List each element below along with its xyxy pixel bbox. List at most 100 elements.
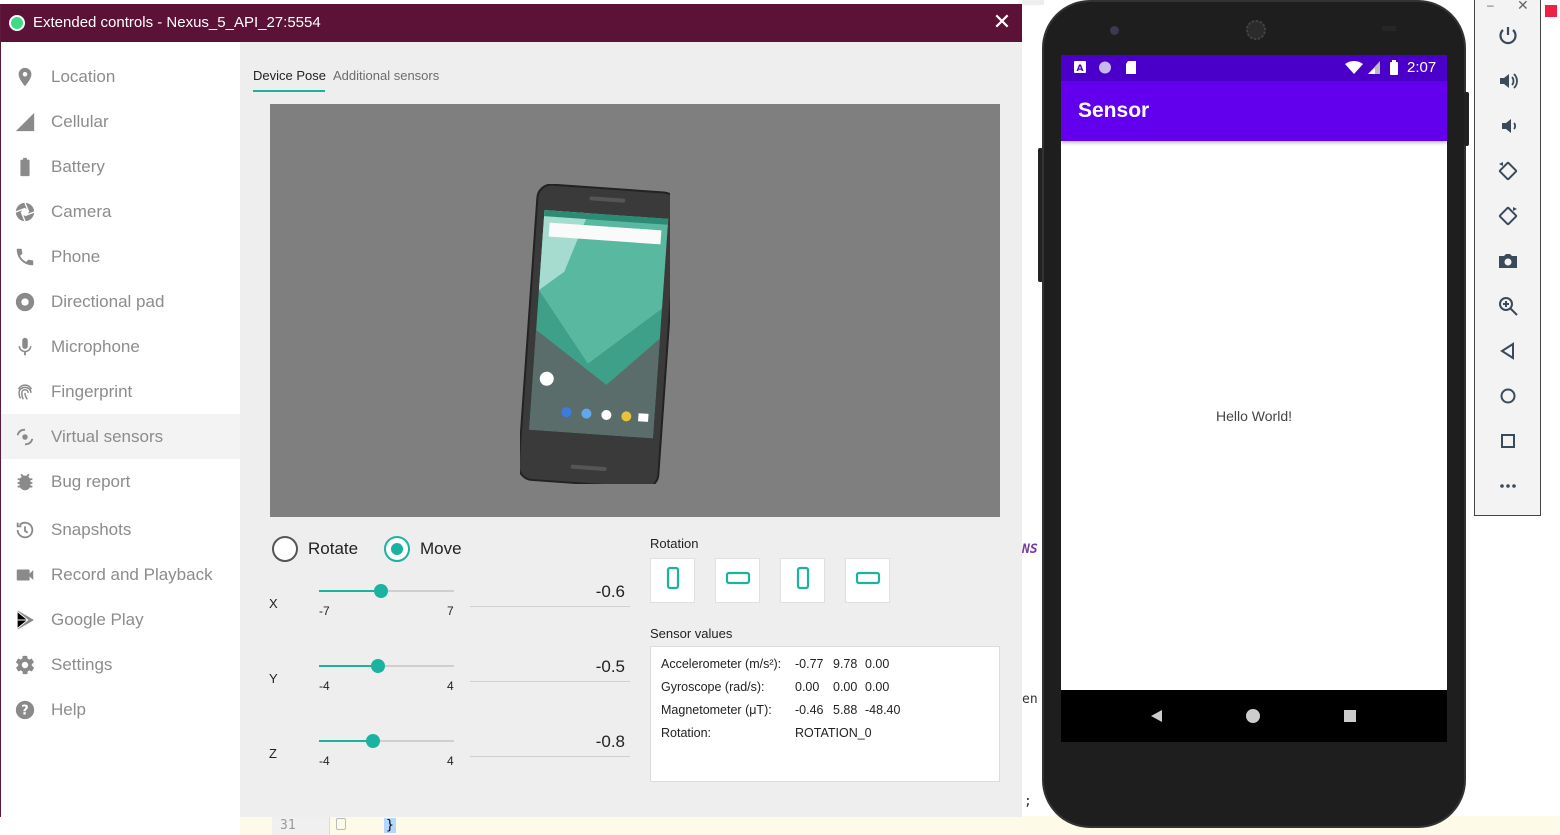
axis-label: Z	[269, 746, 277, 761]
axis-y-control: Y -4 4 -0.5	[240, 627, 640, 693]
toolbar-close-button[interactable]: ✕	[1517, 0, 1529, 14]
power-icon	[1497, 25, 1519, 52]
wifi-icon	[1345, 61, 1363, 74]
emulator-phone-frame: A 2:07 Sensor Hello World!	[1042, 0, 1466, 828]
minimize-button[interactable]: –	[1487, 0, 1494, 12]
sensor-name: Accelerometer (m/s²):	[661, 657, 782, 671]
bug-icon	[1, 471, 51, 493]
sidebar-item-fingerprint[interactable]: Fingerprint	[1, 369, 240, 414]
sidebar-item-label: Help	[51, 699, 86, 719]
home-button[interactable]	[1241, 704, 1265, 728]
axis-label: Y	[269, 671, 278, 686]
volume-up-icon	[1497, 70, 1519, 97]
screenshot-button[interactable]	[1495, 250, 1521, 276]
fingerprint-icon	[1, 381, 51, 403]
slider-max-label: 4	[447, 754, 454, 768]
z-slider[interactable]	[319, 734, 454, 748]
sidebar-item-location[interactable]: Location	[1, 54, 240, 99]
sidebar-item-camera[interactable]: Camera	[1, 189, 240, 234]
title-bar[interactable]: Extended controls - Nexus_5_API_27:5554 …	[1, 4, 1022, 42]
sensor-value: 0.00	[795, 680, 820, 694]
sidebar-item-microphone[interactable]: Microphone	[1, 324, 240, 369]
sidebar-item-google-play[interactable]: Google Play	[1, 597, 240, 642]
overview-button[interactable]	[1338, 704, 1362, 728]
sidebar-item-record-and-playback[interactable]: Record and Playback	[1, 552, 240, 597]
camera-aperture-icon	[1, 201, 51, 223]
phone-model-image	[520, 184, 670, 484]
sidebar-item-help[interactable]: ? Help	[1, 687, 240, 732]
fold-icon[interactable]	[336, 818, 346, 830]
slider-min-label: -4	[319, 679, 330, 693]
sidebar-item-virtual-sensors[interactable]: Virtual sensors	[1, 414, 240, 459]
ide-code-fragment: NS	[1022, 542, 1038, 557]
more-icon	[1497, 475, 1519, 502]
battery-icon	[1, 156, 51, 178]
sidebar-item-cellular[interactable]: Cellular	[1, 99, 240, 144]
sidebar-item-label: Directional pad	[51, 291, 165, 311]
sensor-value: ROTATION_0	[795, 726, 872, 740]
phone-icon	[1, 246, 51, 268]
svg-text:A: A	[1077, 64, 1084, 74]
close-button[interactable]: ✕	[991, 10, 1013, 34]
sidebar-item-battery[interactable]: Battery	[1, 144, 240, 189]
sidebar-item-bug-report[interactable]: Bug report	[1, 459, 240, 504]
zoom-button[interactable]	[1495, 295, 1521, 321]
sidebar-item-phone[interactable]: Phone	[1, 234, 240, 279]
y-value-field[interactable]: -0.5	[470, 657, 630, 677]
x-slider-fill	[319, 590, 381, 592]
slider-max-label: 4	[447, 679, 454, 693]
tab-device-pose[interactable]: Device Pose	[253, 68, 326, 83]
rotate-reverse-landscape-button[interactable]	[845, 558, 890, 603]
volume-down-icon	[1497, 115, 1519, 142]
device-pose-viewport[interactable]	[270, 104, 1000, 517]
cellular-signal-icon	[1, 111, 51, 133]
z-value-field[interactable]: -0.8	[470, 732, 630, 752]
y-slider[interactable]	[319, 659, 454, 673]
rotate-right-button[interactable]	[1495, 205, 1521, 231]
sidebar-item-label: Fingerprint	[51, 381, 133, 401]
emulator-screen[interactable]: A 2:07 Sensor Hello World!	[1061, 55, 1447, 742]
x-slider[interactable]	[319, 584, 454, 598]
more-button[interactable]	[1495, 475, 1521, 501]
app-title: Sensor	[1078, 99, 1150, 122]
z-slider-thumb[interactable]	[366, 734, 380, 748]
rotation-label: Rotation	[650, 536, 699, 551]
rotate-left-button[interactable]	[1495, 160, 1521, 186]
sidebar-item-snapshots[interactable]: Snapshots	[1, 507, 240, 552]
toolbar-overview-button[interactable]	[1495, 430, 1521, 456]
zoom-icon	[1497, 295, 1519, 322]
tab-additional-sensors[interactable]: Additional sensors	[333, 68, 439, 83]
x-value-field[interactable]: -0.6	[470, 582, 630, 602]
sidebar-item-label: Snapshots	[51, 519, 132, 539]
sidebar-item-settings[interactable]: Settings	[1, 642, 240, 687]
ide-error-marker[interactable]	[1545, 5, 1557, 17]
video-camera-icon	[1, 564, 51, 586]
rotate-left-icon	[1497, 160, 1519, 187]
gear-icon	[1, 654, 51, 676]
toolbar-home-button[interactable]	[1495, 385, 1521, 411]
sensor-name: Magnetometer (μT):	[661, 703, 772, 717]
rotate-right-icon	[1497, 205, 1519, 232]
app-bar: Sensor	[1061, 81, 1447, 141]
overview-icon	[1497, 430, 1519, 457]
status-time: 2:07	[1407, 59, 1437, 76]
front-camera-icon	[1110, 26, 1119, 35]
sd-card-icon	[1126, 61, 1136, 74]
rotate-portrait-button[interactable]	[650, 558, 695, 603]
dpad-icon	[1, 291, 51, 313]
power-button[interactable]	[1495, 25, 1521, 51]
emulator-toolbar: – ✕	[1474, 0, 1541, 516]
x-slider-thumb[interactable]	[373, 584, 388, 598]
toolbar-back-button[interactable]	[1495, 340, 1521, 366]
rotate-landscape-button[interactable]	[715, 558, 760, 603]
sidebar-item-label: Phone	[51, 246, 101, 266]
volume-down-button[interactable]	[1495, 115, 1521, 141]
y-slider-thumb[interactable]	[371, 659, 386, 673]
sensor-value: 0.00	[865, 657, 890, 671]
notification-circle-icon	[1099, 61, 1111, 74]
sidebar-item-directional-pad[interactable]: Directional pad	[1, 279, 240, 324]
ide-code-brace: }	[384, 818, 396, 833]
volume-up-button[interactable]	[1495, 70, 1521, 96]
back-button[interactable]	[1145, 704, 1169, 728]
rotate-reverse-portrait-button[interactable]	[780, 558, 825, 603]
